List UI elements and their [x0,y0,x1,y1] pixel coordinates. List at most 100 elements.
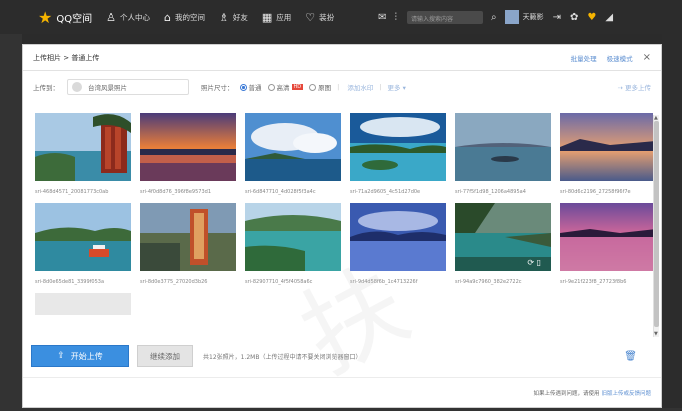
nav-apps[interactable]: ▦ 应用 [262,11,291,24]
search-icon[interactable]: ⌕ [491,12,497,23]
radio-label: 普通 [248,84,262,92]
photo-filename: sri-6d847710_4d028f5f3a4c [245,189,316,195]
upload-options: 上传到： 台湾风景照片 照片尺寸： 普通 高清 HD 原图 | 添加水印 | 更… [23,71,661,103]
more-upload-label: 更多上传 [625,84,651,92]
photo-filename: sri-468d4571_20081773c0ab [35,189,109,195]
photo-filename: sri-8d0e65de81_3399f053a [35,279,105,285]
chart-icon[interactable]: ⫶ [395,12,398,23]
photo-filename: sri-94a9c7960_382e2722c [455,279,522,285]
fast-mode-link[interactable]: 极速模式 [607,53,633,63]
qzone-logo[interactable]: ★ QQ空间 [38,8,92,27]
photo-filename: sri-82907710_4f5f4058a6c [245,279,313,285]
photo-thumbnail [560,203,653,271]
grid-scrollbar[interactable]: ▲ ▼ [653,115,659,337]
nav-decorate[interactable]: ♡ 装扮 [305,11,334,24]
divider: | [379,83,382,91]
vip-heart-icon[interactable]: ♥ [587,12,596,23]
search-input[interactable]: 请输入搜索内容 [407,10,483,24]
brand-label: QQ空间 [56,13,93,25]
photo-filename: sri-9e21f223f8_27723f8b6 [560,279,627,285]
photo-item[interactable]: sri-8d0e3775_27020d3b26 [140,203,236,287]
photo-item[interactable]: ⟳ ▯ sri-94a9c7960_382e2722c [455,203,551,287]
radio-label: 原图 [318,84,332,92]
radio-selected-icon [239,83,247,91]
home-icon: ⌂ [163,10,171,24]
photo-filename: sri-71a2d9605_4c51d27d0e [350,189,421,195]
photo-filename: sri-8d0e3775_27020d3b26 [140,279,208,285]
nav-label: 我的空间 [174,12,205,22]
rotate-icon[interactable]: ⟳ ▯ [527,258,541,267]
watermark-link[interactable]: 添加水印 [347,82,373,92]
close-icon[interactable]: × [643,52,651,63]
left-backdrop [0,34,22,411]
chevron-down-icon: ▾ [402,84,406,92]
scroll-down-icon[interactable]: ▼ [654,331,658,337]
photo-grid-area: sri-468d4571_20081773c0ab sri-4f0d8d76_3… [31,113,653,339]
batch-process-link[interactable]: 批量处理 [571,53,597,63]
right-backdrop [662,34,682,411]
hd-badge: HD [291,84,304,90]
photo-thumbnail [245,113,341,181]
more-label: 更多 [387,84,401,92]
more-upload-link[interactable]: ⇢ 更多上传 [617,82,651,92]
logout-icon[interactable]: ⇥ [553,12,561,23]
scroll-thumb[interactable] [654,121,659,327]
photo-item[interactable]: sri-9d4d58f6b_1c4713226f [350,203,446,287]
photo-filename: sri-4f0d8d76_396f8e9573d1 [140,189,212,195]
radio-label: 高清 [276,84,290,92]
photo-item[interactable]: sri-71a2d9605_4c51d27d0e [350,113,446,197]
photo-item[interactable]: sri-82907710_4f5f4058a6c [245,203,341,287]
radio-icon [309,83,317,91]
footer-text: 如果上传遇到问题，请使用 [533,390,600,397]
photo-thumbnail: ⟳ ▯ [455,203,551,271]
album-icon [72,82,82,92]
upload-dialog: 上传相片 > 普通上传 批量处理 极速模式 × 上传到： 台湾风景照片 照片尺寸… [22,44,662,408]
action-bar: ⇪ 开始上传 继续添加 共12张照片，1.2MB（上传过程中请不要关闭浏览器窗口… [23,341,661,371]
photo-item[interactable]: sri-4f0d8d76_396f8e9573d1 [140,113,236,197]
photo-thumbnail [140,113,236,181]
avatar[interactable] [504,10,519,24]
expand-icon[interactable]: ◢ [605,12,613,23]
user-name[interactable]: 天籁影 [523,12,544,22]
size-radio-normal[interactable]: 普通 [239,82,262,92]
star-icon: ★ [38,7,53,27]
dialog-footer: 如果上传遇到问题，请使用 旧版上传或反馈问题 [23,377,661,407]
photo-thumbnail [560,113,653,181]
photo-placeholder [35,293,131,315]
nav-friends[interactable]: ♗ 好友 [219,11,248,24]
photo-grid: sri-468d4571_20081773c0ab sri-4f0d8d76_3… [31,113,653,315]
album-select[interactable]: 台湾风景照片 [67,79,189,95]
radio-icon [267,83,275,91]
photo-item[interactable]: sri-9e21f223f8_27723f8b6 [560,203,653,287]
size-label: 照片尺寸： [201,84,234,92]
photo-thumbnail [455,113,551,181]
upload-icon: ⇪ [57,351,65,361]
size-radio-hd[interactable]: 高清 HD [267,82,304,92]
arrow-icon: ⇢ [617,84,625,92]
upload-to-label: 上传到： [33,84,59,92]
photo-filename: sri-77f5f1d98_1206a4895a4 [455,189,526,195]
footer-link[interactable]: 旧版上传或反馈问题 [601,389,651,397]
start-upload-button[interactable]: ⇪ 开始上传 [31,345,129,367]
photo-item[interactable]: sri-6d847710_4d028f5f3a4c [245,113,341,197]
size-radio-original[interactable]: 原图 [309,82,331,92]
top-toolbar: ★ QQ空间 ♙ 个人中心 ⌂ 我的空间 ♗ 好友 ▦ 应用 ♡ 装扮 ✉ ⫶ … [0,0,682,34]
photo-thumbnail [35,203,131,271]
photo-item[interactable]: sri-468d4571_20081773c0ab [35,113,131,197]
dialog-header: 上传相片 > 普通上传 批量处理 极速模式 × [23,45,661,71]
settings-icon[interactable]: ✿ [570,12,578,23]
breadcrumb: 上传相片 > 普通上传 [33,53,100,62]
trash-icon[interactable]: 🗑 [624,351,637,362]
mail-icon[interactable]: ✉ [378,12,386,23]
add-more-button[interactable]: 继续添加 [137,345,193,367]
start-upload-label: 开始上传 [70,351,103,361]
nav-personal-center[interactable]: ♙ 个人中心 [106,11,150,24]
more-dropdown[interactable]: 更多 ▾ [388,82,406,92]
upload-status-text: 共12张照片，1.2MB（上传过程中请不要关闭浏览器窗口） [203,353,362,361]
photo-item[interactable]: sri-77f5f1d98_1206a4895a4 [455,113,551,197]
heart-outline-icon: ♡ [305,10,316,24]
nav-label: 个人中心 [119,12,150,22]
nav-my-space[interactable]: ⌂ 我的空间 [164,11,205,24]
photo-item[interactable]: sri-8d0e65de81_3399f053a [35,203,131,287]
photo-item[interactable]: sri-80d6c2196_27258f96f7e [560,113,653,197]
